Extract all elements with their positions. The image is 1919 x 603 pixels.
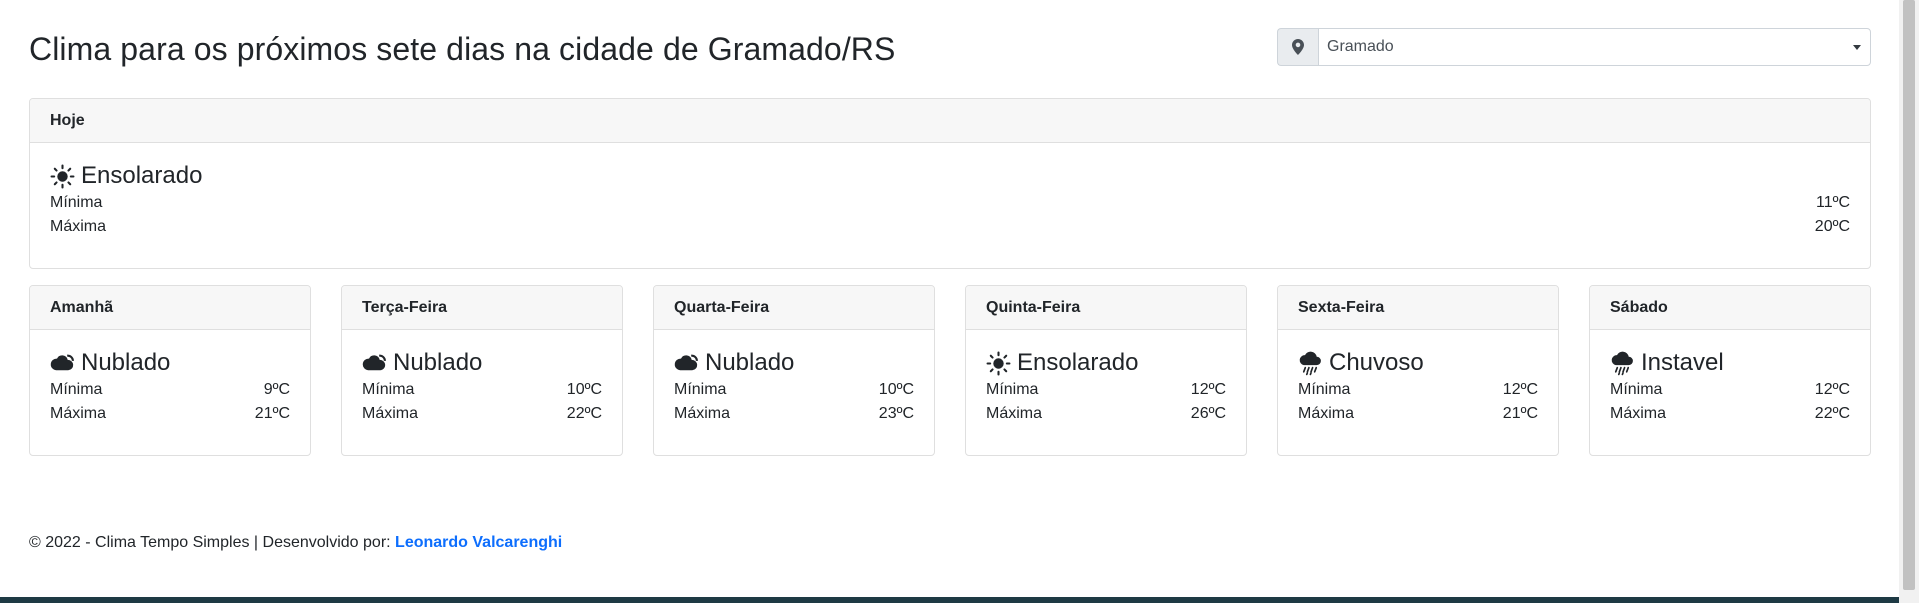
min-value: 10ºC — [878, 381, 914, 398]
min-label: Mínima — [674, 381, 727, 398]
forecast-card-4: Quinta-Feira Ensolarado Mínima 12ºC Máxim… — [965, 285, 1247, 456]
forecast-day: Amanhã — [30, 286, 310, 330]
max-value: 22ºC — [1814, 405, 1850, 422]
max-label: Máxima — [1610, 405, 1667, 422]
min-label: Mínima — [50, 381, 103, 398]
max-row: Máxima 21ºC — [1298, 402, 1538, 426]
min-row: Mínima 9ºC — [50, 378, 290, 402]
cloud-icon — [50, 354, 74, 370]
forecast-condition: Nublado — [362, 348, 602, 378]
sun-icon — [50, 164, 75, 188]
forecast-condition-label: Nublado — [81, 349, 171, 376]
city-select-value: Gramado — [1327, 38, 1394, 55]
min-value: 10ºC — [566, 381, 602, 398]
forecast-condition-label: Instavel — [1641, 349, 1724, 376]
max-label: Máxima — [362, 405, 419, 422]
vertical-scrollbar[interactable] — [1899, 0, 1919, 603]
min-row: Mínima 12ºC — [1298, 378, 1538, 402]
min-label: Mínima — [1298, 381, 1351, 398]
bottom-edge-strip — [0, 597, 1899, 603]
today-card-header: Hoje — [30, 99, 1870, 143]
cloud-icon — [362, 354, 386, 370]
rain-cloud-icon — [1299, 351, 1321, 375]
max-value: 22ºC — [566, 405, 602, 422]
author-link[interactable]: Leonardo Valcarenghi — [395, 534, 562, 551]
min-row: Mínima 10ºC — [674, 378, 914, 402]
forecast-condition: Ensolarado — [986, 348, 1226, 378]
max-label: Máxima — [1298, 405, 1355, 422]
chevron-down-icon — [1853, 45, 1861, 50]
forecast-condition-label: Nublado — [393, 349, 483, 376]
max-label: Máxima — [50, 218, 107, 235]
max-value: 21ºC — [1502, 405, 1538, 422]
max-row: Máxima 22ºC — [362, 402, 602, 426]
min-value: 12ºC — [1190, 381, 1226, 398]
max-label: Máxima — [50, 405, 107, 422]
min-label: Mínima — [986, 381, 1039, 398]
forecast-day: Quarta-Feira — [654, 286, 934, 330]
min-row: Mínima 10ºC — [362, 378, 602, 402]
today-card-body: Ensolarado Mínima 11ºC Máxima 20ºC — [30, 143, 1870, 239]
forecast-card-body: Chuvoso Mínima 12ºC Máxima 21ºC — [1278, 330, 1558, 426]
forecast-card-2: Terça-Feira Nublado Mínima 10ºC Máxima 22º… — [341, 285, 623, 456]
footer-text: © 2022 - Clima Tempo Simples | Desenvolv… — [29, 534, 391, 551]
max-value: 20ºC — [1814, 218, 1850, 235]
forecast-condition-label: Nublado — [705, 349, 795, 376]
forecast-condition: Chuvoso — [1298, 348, 1538, 378]
page-title: Clima para os próximos sete dias na cida… — [29, 31, 896, 67]
forecast-condition: Nublado — [674, 348, 914, 378]
max-value: 23ºC — [878, 405, 914, 422]
forecast-card-body: Ensolarado Mínima 12ºC Máxima 26ºC — [966, 330, 1246, 426]
forecast-day: Sexta-Feira — [1278, 286, 1558, 330]
forecast-day: Quinta-Feira — [966, 286, 1246, 330]
select-addon — [1277, 28, 1318, 66]
max-row: Máxima 21ºC — [50, 402, 290, 426]
today-min-row: Mínima 11ºC — [50, 191, 1850, 215]
today-condition: Ensolarado — [50, 161, 1850, 191]
min-row: Mínima 12ºC — [1610, 378, 1850, 402]
page-footer: © 2022 - Clima Tempo Simples | Desenvolv… — [29, 534, 562, 552]
today-card: Hoje Ensolarado Mínima 11ºC Máxima 20ºC — [29, 98, 1871, 269]
today-condition-label: Ensolarado — [81, 162, 203, 189]
max-value: 21ºC — [254, 405, 290, 422]
forecast-day: Terça-Feira — [342, 286, 622, 330]
min-label: Mínima — [1610, 381, 1663, 398]
forecast-condition: Nublado — [50, 348, 290, 378]
forecast-condition: Instavel — [1610, 348, 1850, 378]
min-row: Mínima 12ºC — [986, 378, 1226, 402]
forecast-card-body: Instavel Mínima 12ºC Máxima 22ºC — [1590, 330, 1870, 426]
forecast-card-6: Sábado Instavel Mínima 12ºC Máxima 22ºC — [1589, 285, 1871, 456]
forecast-card-body: Nublado Mínima 10ºC Máxima 23ºC — [654, 330, 934, 426]
forecast-card-5: Sexta-Feira Chuvoso Mínima 12ºC Máxima 21º… — [1277, 285, 1559, 456]
forecast-condition-label: Chuvoso — [1329, 349, 1424, 376]
max-label: Máxima — [674, 405, 731, 422]
min-label: Mínima — [50, 194, 103, 211]
min-value: 12ºC — [1502, 381, 1538, 398]
max-value: 26ºC — [1190, 405, 1226, 422]
scrollbar-thumb[interactable] — [1903, 0, 1915, 590]
forecast-card-3: Quarta-Feira Nublado Mínima 10ºC Máxima 23… — [653, 285, 935, 456]
forecast-card-1: Amanhã Nublado Mínima 9ºC Máxima 21ºC — [29, 285, 311, 456]
min-value: 12ºC — [1814, 381, 1850, 398]
city-select[interactable]: Gramado — [1277, 28, 1871, 66]
min-value: 11ºC — [1815, 194, 1850, 211]
max-row: Máxima 23ºC — [674, 402, 914, 426]
forecast-condition-label: Ensolarado — [1017, 349, 1139, 376]
max-row: Máxima 26ºC — [986, 402, 1226, 426]
today-max-row: Máxima 20ºC — [50, 215, 1850, 239]
forecast-card-body: Nublado Mínima 9ºC Máxima 21ºC — [30, 330, 310, 426]
map-marker-icon — [1292, 39, 1304, 55]
rain-cloud-icon — [1611, 351, 1633, 375]
forecast-day: Sábado — [1590, 286, 1870, 330]
cloud-icon — [674, 354, 698, 370]
max-row: Máxima 22ºC — [1610, 402, 1850, 426]
sun-icon — [986, 351, 1011, 375]
max-label: Máxima — [986, 405, 1043, 422]
page-header: Clima para os próximos sete dias na cida… — [29, 26, 1871, 74]
city-select-box[interactable]: Gramado — [1318, 28, 1871, 66]
min-value: 9ºC — [263, 381, 290, 398]
forecast-card-body: Nublado Mínima 10ºC Máxima 22ºC — [342, 330, 622, 426]
min-label: Mínima — [362, 381, 415, 398]
